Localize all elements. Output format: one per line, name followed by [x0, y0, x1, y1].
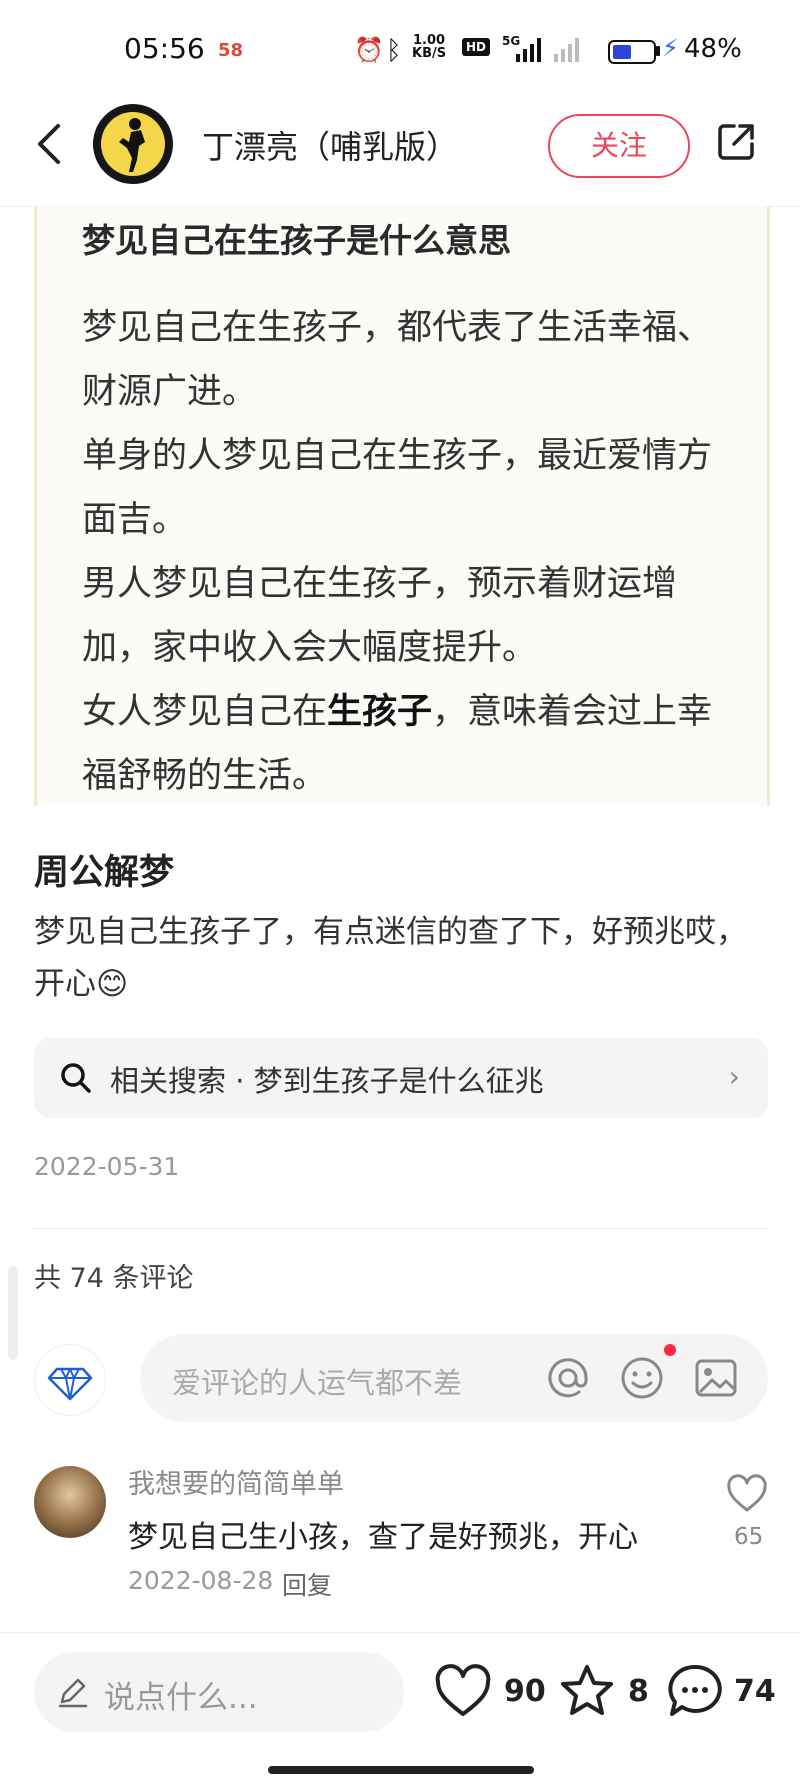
image-line-bold: 生孩子 — [327, 692, 433, 732]
net-speed-unit: KB/S — [412, 46, 447, 61]
dancer-silhouette-icon — [119, 118, 145, 172]
author-avatar[interactable] — [93, 104, 173, 184]
image-line: 单身的人梦见自己在生孩子，最近爱情方面吉。 — [82, 436, 713, 540]
post-body: 梦见自己生孩子了，有点迷信的查了下，好预兆哎，开心😊 — [34, 914, 747, 1002]
related-search-button[interactable]: 相关搜索 · 梦到生孩子是什么征兆 › — [34, 1038, 768, 1118]
image-body: 梦见自己在生孩子，都代表了生活幸福、财源广进。 单身的人梦见自己在生孩子，最近爱… — [82, 296, 722, 808]
like-count: 90 — [504, 1674, 546, 1709]
comment-icon[interactable] — [666, 1662, 724, 1720]
back-icon[interactable] — [30, 120, 70, 168]
my-avatar[interactable] — [34, 1344, 106, 1416]
commenter-avatar[interactable] — [34, 1466, 106, 1538]
star-count: 8 — [628, 1674, 649, 1709]
home-indicator[interactable] — [268, 1766, 534, 1774]
like-icon[interactable] — [434, 1662, 492, 1720]
comment-count: 共 74 条评论 — [34, 1263, 194, 1294]
bluetooth-icon: ᛒ — [386, 36, 402, 66]
post-date: 2022-05-31 — [34, 1152, 180, 1181]
mention-icon[interactable] — [544, 1354, 592, 1402]
image-title: 梦见自己在生孩子是什么意思 — [82, 221, 511, 260]
author-name[interactable]: 丁漂亮（哺乳版） — [202, 122, 458, 168]
alarm-icon: ⏰ — [354, 36, 384, 64]
battery-tip — [656, 46, 660, 56]
comment-input-placeholder: 爱评论的人运气都不差 — [172, 1366, 463, 1400]
notification-badge: 58 — [218, 40, 244, 61]
hd-badge: HD — [462, 38, 491, 56]
post-title: 周公解梦 — [34, 853, 175, 893]
comment-date: 2022-08-28 — [128, 1566, 274, 1595]
comment-like-icon[interactable] — [726, 1474, 768, 1514]
pencil-icon — [58, 1678, 88, 1708]
bottom-input-placeholder: 说点什么... — [104, 1680, 258, 1716]
diamond-icon — [47, 1367, 93, 1401]
chevron-right-icon: › — [728, 1060, 740, 1093]
signal-icon — [516, 38, 579, 62]
comments-count: 74 — [734, 1674, 776, 1709]
image-icon[interactable] — [692, 1354, 740, 1402]
charging-icon: ⚡ — [662, 34, 679, 62]
comment-like-count: 65 — [734, 1524, 764, 1550]
comment-username[interactable]: 我想要的简简单单 — [128, 1462, 344, 1501]
search-icon — [61, 1063, 91, 1093]
related-search-label: 相关搜索 · 梦到生孩子是什么征兆 — [110, 1064, 544, 1098]
net-speed: 1.00 KB/S — [412, 34, 446, 60]
image-line-last: 女人梦见自己在生孩子，意味着会过上幸福舒畅的生活。 — [82, 680, 722, 808]
comment-text[interactable]: 梦见自己生小孩，查了是好预兆，开心 — [128, 1512, 638, 1556]
emoji-icon[interactable] — [618, 1354, 666, 1402]
status-bar: 05:56 58 ⏰ ᛒ 1.00 KB/S HD 5G ⚡ 48% — [0, 0, 800, 100]
notification-dot — [664, 1344, 676, 1356]
reply-button[interactable]: 回复 — [282, 1566, 332, 1602]
image-line-prefix: 女人梦见自己在 — [82, 692, 328, 732]
bottom-comment-input[interactable]: 说点什么... — [34, 1652, 404, 1732]
divider — [34, 1228, 768, 1229]
image-line: 梦见自己在生孩子，都代表了生活幸福、财源广进。 — [82, 308, 713, 412]
star-icon[interactable] — [558, 1662, 616, 1720]
battery-icon — [608, 40, 656, 64]
share-icon[interactable] — [716, 122, 756, 162]
image-line: 男人梦见自己在生孩子，预示着财运增加，家中收入会大幅度提升。 — [82, 564, 678, 668]
battery-fill — [613, 45, 631, 59]
battery-percent: 48% — [684, 34, 742, 64]
author-avatar-inner — [101, 112, 165, 176]
follow-button[interactable]: 关注 — [548, 114, 690, 178]
scrollbar[interactable] — [8, 1266, 18, 1360]
status-time: 05:56 — [124, 32, 205, 65]
